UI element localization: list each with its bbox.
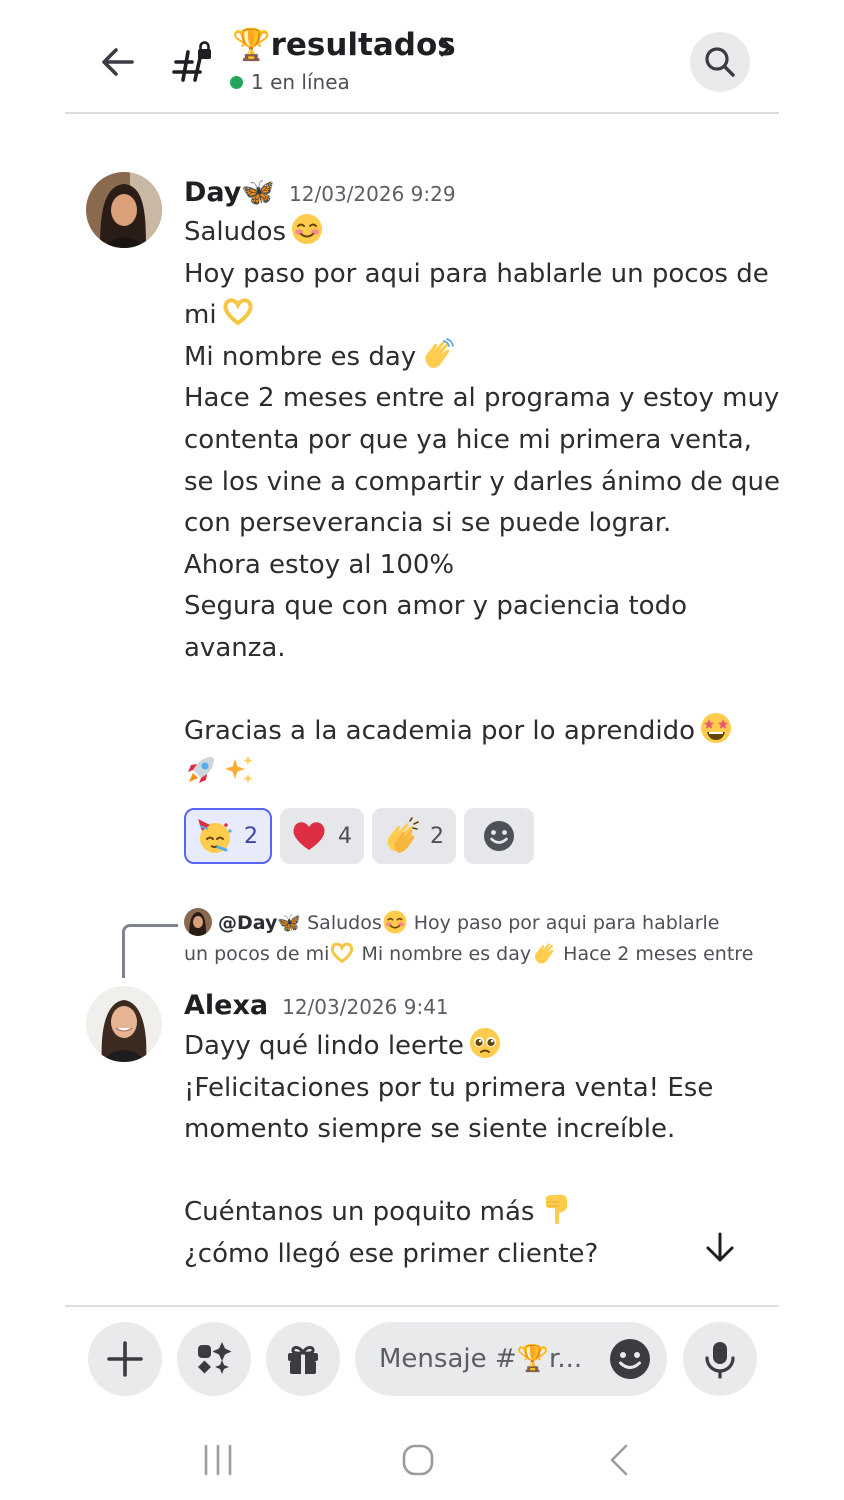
author-name[interactable]: Day🦋 bbox=[184, 176, 275, 208]
header-divider bbox=[65, 112, 779, 114]
message-line: Ahora estoy al 100% bbox=[184, 549, 455, 580]
reply-preview[interactable]: @Day🦋 Saludos Hoy paso por aqui para hab… bbox=[184, 908, 764, 970]
reply-line: @Day🦋 Saludos Hoy paso por aqui para hab… bbox=[184, 908, 764, 939]
reply-connector bbox=[122, 924, 178, 978]
message-header: Alexa 12/03/2026 9:41 bbox=[184, 990, 449, 1021]
pleading-face-icon bbox=[468, 1026, 502, 1060]
rocket-icon bbox=[184, 753, 218, 787]
message-header: Day🦋 12/03/2026 9:29 bbox=[184, 176, 456, 208]
message-line bbox=[184, 753, 774, 795]
smiling-face-icon bbox=[290, 212, 324, 246]
reaction-count: 2 bbox=[244, 823, 258, 849]
star-struck-icon bbox=[699, 711, 733, 745]
author-name[interactable]: Alexa bbox=[184, 990, 268, 1021]
pointing-down-icon bbox=[538, 1192, 572, 1226]
message-timestamp: 12/03/2026 9:29 bbox=[289, 182, 456, 206]
search-button[interactable] bbox=[690, 32, 750, 92]
home-icon[interactable] bbox=[396, 1438, 440, 1482]
reply-avatar bbox=[184, 908, 212, 936]
system-navigation-bar bbox=[0, 1420, 844, 1500]
emoji-picker-button[interactable] bbox=[609, 1338, 651, 1380]
heart-hands-icon bbox=[329, 940, 355, 966]
message-content: Saludos Hoy paso por aqui para hablarle … bbox=[184, 212, 781, 795]
channel-header: 🏆resultados 1 en línea bbox=[0, 0, 844, 114]
reaction-count: 4 bbox=[338, 823, 352, 849]
message-line: Hoy paso por aqui para hablarle un pocos… bbox=[184, 258, 769, 289]
reply-mention: @Day🦋 bbox=[218, 912, 302, 934]
message-line: ¿cómo llegó ese primer cliente? bbox=[184, 1238, 599, 1269]
recent-apps-icon[interactable] bbox=[196, 1438, 240, 1482]
voice-message-button[interactable] bbox=[683, 1322, 757, 1396]
smiling-face-icon bbox=[382, 909, 408, 935]
microphone-icon bbox=[705, 1342, 735, 1379]
clapping-hands-icon bbox=[387, 817, 419, 853]
message-line: se los vine a compartir y darles ánimo d… bbox=[184, 466, 781, 497]
message-line: Cuéntanos un poquito más bbox=[184, 1192, 774, 1234]
sparkles-icon bbox=[222, 753, 256, 787]
avatar-alexa[interactable] bbox=[86, 986, 162, 1062]
plus-icon bbox=[107, 1341, 143, 1377]
message-content: Dayy qué lindo leerte ¡Felicitaciones po… bbox=[184, 1026, 774, 1276]
add-attachment-button[interactable] bbox=[88, 1322, 162, 1396]
message-line: momento siempre se siente increíble. bbox=[184, 1114, 676, 1145]
composer-divider bbox=[65, 1305, 779, 1307]
message-timestamp: 12/03/2026 9:41 bbox=[282, 995, 449, 1019]
gift-icon bbox=[288, 1346, 318, 1374]
avatar-day[interactable] bbox=[86, 172, 162, 248]
message-line: con perseverancia si se puede lograr. bbox=[184, 508, 672, 539]
locked-hash-icon bbox=[170, 40, 216, 86]
message-line: Segura que con amor y paciencia todo bbox=[184, 591, 687, 622]
apps-button[interactable] bbox=[177, 1322, 251, 1396]
message-input[interactable]: Mensaje #🏆r... bbox=[355, 1322, 667, 1396]
red-heart-icon bbox=[293, 822, 325, 850]
apps-icon bbox=[198, 1342, 232, 1374]
message-line: ¡Felicitaciones por tu primera venta! Es… bbox=[184, 1072, 714, 1103]
reaction-red-heart[interactable]: 4 bbox=[280, 808, 364, 864]
message-line bbox=[184, 670, 774, 712]
online-dot bbox=[230, 75, 243, 89]
emoji-icon bbox=[484, 821, 514, 851]
online-status: 1 en línea bbox=[230, 70, 350, 94]
message-line: mi bbox=[184, 295, 774, 337]
message-placeholder: Mensaje #🏆r... bbox=[379, 1344, 583, 1374]
online-count: 1 en línea bbox=[251, 70, 350, 94]
message-line bbox=[184, 1151, 774, 1193]
message-line: Saludos bbox=[184, 212, 774, 254]
reaction-partying-face[interactable]: 2 bbox=[184, 808, 272, 864]
search-icon bbox=[705, 47, 735, 77]
waving-hand-icon bbox=[531, 940, 557, 966]
reaction-bar: 2 4 2 bbox=[184, 808, 534, 864]
system-back-icon[interactable] bbox=[598, 1438, 642, 1482]
heart-hands-icon bbox=[221, 295, 255, 329]
channel-title[interactable]: 🏆resultados bbox=[232, 26, 456, 63]
message-line: contenta por que ya hice mi primera vent… bbox=[184, 424, 752, 455]
arrow-down-icon bbox=[706, 1232, 734, 1262]
jump-to-bottom-button[interactable] bbox=[700, 1228, 740, 1268]
reaction-clapping-hands[interactable]: 2 bbox=[372, 808, 456, 864]
reply-line: un pocos de mi Mi nombre es day Hace 2 m… bbox=[184, 939, 764, 970]
message-line: Hace 2 meses entre al programa y estoy m… bbox=[184, 383, 780, 414]
back-arrow-icon[interactable] bbox=[96, 40, 140, 84]
message-line: Mi nombre es day bbox=[184, 337, 774, 379]
reaction-count: 2 bbox=[430, 823, 444, 849]
add-reaction-button[interactable] bbox=[464, 808, 534, 864]
message-line: Gracias a la academia por lo aprendido bbox=[184, 711, 774, 753]
message-line: avanza. bbox=[184, 632, 286, 663]
partying-face-icon bbox=[198, 819, 232, 853]
emoji-icon bbox=[610, 1339, 650, 1379]
waving-hand-icon bbox=[420, 337, 455, 371]
gift-button[interactable] bbox=[266, 1322, 340, 1396]
chevron-right-icon[interactable] bbox=[436, 34, 456, 60]
message-line: Dayy qué lindo leerte bbox=[184, 1026, 774, 1068]
